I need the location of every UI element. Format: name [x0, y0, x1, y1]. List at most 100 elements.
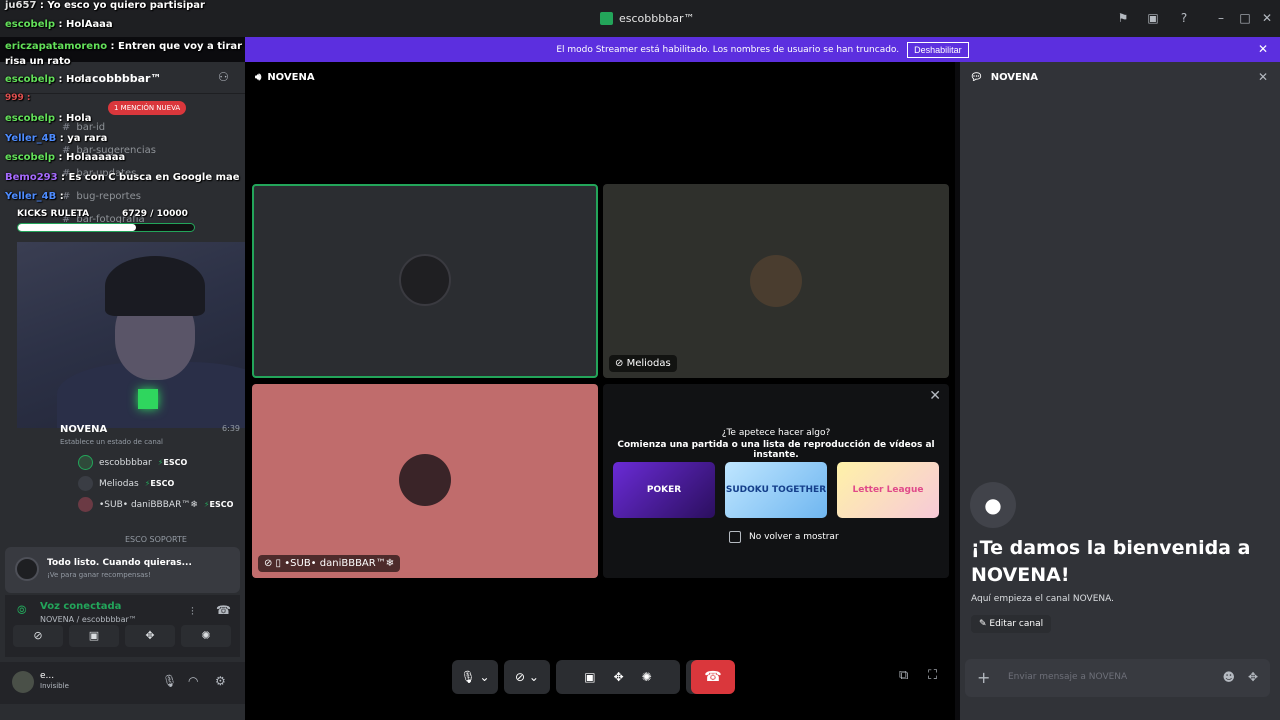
minimize-icon[interactable]: – [1213, 10, 1229, 26]
headphones-icon[interactable]: ◠ [188, 674, 198, 688]
close-chat-icon[interactable]: ✕ [1258, 70, 1268, 84]
dont-show-again-checkbox[interactable]: No volver a mostrar [729, 531, 839, 543]
video-off-button[interactable]: ⊘ [13, 625, 63, 647]
set-channel-status[interactable]: Establece un estado de canal [60, 438, 240, 446]
video-tile-danibbbar[interactable]: ⊘ ▯ •SUB• daniBBBAR™❄ [252, 384, 598, 578]
activities-icon[interactable]: ✥ [614, 670, 624, 684]
mic-muted-icon: ⊘ [615, 358, 627, 369]
banner-text: El modo Streamer está habilitado. Los no… [556, 44, 900, 55]
chat-text: Yo esco yo quiero partisipar [47, 0, 205, 11]
chat-text: Es con C busca en Google mae [68, 172, 240, 183]
game-poker[interactable]: POKER [613, 462, 715, 518]
message-input-box[interactable]: + Enviar mensaje a NOVENA ☻ ✥ [965, 659, 1270, 697]
checkbox-box[interactable] [729, 531, 741, 543]
chat-text: HolAaaa [66, 19, 113, 30]
soundboard-button[interactable]: ✺ [181, 625, 231, 647]
user-status: Invisible [40, 682, 69, 690]
chat-message: escobelp : HolAaaa [5, 19, 113, 30]
noise-suppression-icon[interactable]: ⫶ [191, 605, 194, 619]
message-input-placeholder[interactable]: Enviar mensaje a NOVENA [1008, 672, 1127, 682]
avatar [78, 497, 93, 512]
chat-message: Bemo293 : Es con C busca en Google mae [5, 172, 240, 183]
popout-icon[interactable]: ⧉ [899, 668, 908, 683]
voice-member[interactable]: escobbbbar ⚡ESCO [78, 455, 187, 470]
notice-title: Todo listo. Cuando quieras... [47, 558, 192, 568]
voice-status[interactable]: Voz conectada [40, 601, 121, 612]
avatar [78, 455, 93, 470]
maximize-icon[interactable]: □ [1237, 10, 1253, 26]
inbox-icon[interactable]: ▣ [1145, 10, 1161, 26]
chat-user: Yeller_4B [5, 133, 57, 144]
voice-connected-panel: ⦾ Voz conectada NOVENA / escobbbbar™ ⫶ ☎… [5, 595, 240, 657]
streamer-mode-banner: El modo Streamer está habilitado. Los no… [245, 37, 1280, 62]
apps-icon[interactable]: ✥ [1248, 670, 1258, 684]
stream-chat-overlay: ju657 : Yo esco yo quiero partisipar esc… [0, 0, 245, 232]
activity-suggestion: ✕ ¿Te apetece hacer algo? Comienza una p… [603, 384, 949, 578]
settings-gear-icon[interactable]: ⚙ [215, 674, 226, 688]
soundboard-icon[interactable]: ✺ [642, 670, 652, 684]
camera-toggle-button[interactable]: ⊘ ⌄ [504, 660, 550, 694]
action-group: ▣ ✥ ✺ [556, 660, 680, 694]
member-tag: ⚡ESCO [144, 479, 175, 488]
voice-channel-path[interactable]: NOVENA / escobbbbar™ [40, 615, 137, 624]
text-chat-panel: 💬︎ NOVENA ✕ ● ¡Te damos la bienvenida a … [960, 62, 1280, 720]
chat-user: escobelp [5, 19, 56, 30]
pencil-icon: ✎ [979, 619, 990, 629]
help-icon[interactable]: ? [1176, 10, 1192, 26]
disable-streamer-button[interactable]: Deshabilitar [907, 41, 969, 58]
flag-icon[interactable]: ⚑ [1115, 10, 1131, 26]
chat-panel-header: 💬︎ NOVENA [970, 72, 1038, 83]
kicks-count: 6729 / 10000 [122, 209, 188, 219]
chat-message: Yeller_4B : ya rara [5, 133, 108, 144]
chat-user: ericzapatamoreno [5, 41, 108, 52]
participant-avatar [399, 254, 451, 306]
stage-channel-name: NOVENA [267, 72, 315, 83]
activity-title: ¿Te apetece hacer algo? [721, 428, 831, 438]
microphone-icon[interactable]: 🎙︎ [162, 674, 177, 688]
disconnect-icon[interactable]: ☎ [216, 603, 231, 617]
voice-channel-name: NOVENA [60, 424, 108, 435]
chat-text: Holaaaaaa [66, 152, 126, 163]
quest-notice[interactable]: Todo listo. Cuando quieras... ¡Ve para g… [5, 547, 240, 593]
edit-channel-button[interactable]: ✎ Editar canal [971, 615, 1052, 633]
webcam-green-light [138, 389, 158, 409]
close-window-icon[interactable]: ✕ [1259, 10, 1275, 26]
activities-button[interactable]: ✥ [125, 625, 175, 647]
voice-channel-time: 6:39 [222, 424, 240, 433]
fullscreen-icon[interactable]: ⛶ [928, 668, 937, 683]
kicks-progress-bar [17, 223, 195, 232]
mic-toggle-button[interactable]: 🎙︎ ⌄ [452, 660, 498, 694]
chat-username-fragment: 999 : [5, 93, 31, 103]
game-sudoku[interactable]: SUDOKU TOGETHER [725, 462, 827, 518]
avatar[interactable] [12, 671, 34, 693]
chat-message: escobelp : Holaaaaaa [5, 152, 126, 163]
voice-channel-novena[interactable]: NOVENA 6:39 Establece un estado de canal [60, 424, 240, 446]
window-title: escobbbbar™ [600, 12, 694, 25]
kicks-progress-fill [18, 224, 136, 231]
game-letter-league[interactable]: Letter League [837, 462, 939, 518]
voice-member[interactable]: •SUB• daniBBBAR™❄ ⚡ESCO [78, 497, 233, 512]
quest-icon [15, 557, 39, 581]
screen-share-button[interactable]: ▣ [69, 625, 119, 647]
chat-user: escobelp [5, 113, 56, 124]
member-tag: ⚡ESCO [157, 458, 188, 467]
member-name: •SUB• daniBBBAR™❄ [99, 499, 198, 510]
member-tag: ⚡ESCO [203, 500, 234, 509]
screen-share-icon[interactable]: ▣ [584, 670, 595, 684]
participant-avatar [750, 255, 802, 307]
video-tile-meliodas[interactable]: ⊘ Meliodas [603, 184, 949, 378]
attach-plus-icon[interactable]: + [977, 668, 990, 687]
channel-esco-soporte[interactable]: ESCO SOPORTE [125, 535, 187, 544]
close-activity-icon[interactable]: ✕ [929, 388, 941, 404]
emoji-icon[interactable]: ☻ [1222, 670, 1235, 684]
close-banner-icon[interactable]: ✕ [1258, 42, 1268, 56]
chat-user: escobelp [5, 152, 56, 163]
notice-subtitle: ¡Ve para ganar recompensas! [47, 571, 151, 579]
chat-user: ju657 [5, 0, 37, 11]
chat-user: escobelp [5, 74, 56, 85]
video-tile[interactable] [252, 184, 598, 378]
user-name[interactable]: e... [40, 671, 54, 681]
voice-member[interactable]: Meliodas ⚡ESCO [78, 476, 174, 491]
hang-up-button[interactable]: ☎ [691, 660, 735, 694]
chat-text: Hola [66, 113, 92, 124]
